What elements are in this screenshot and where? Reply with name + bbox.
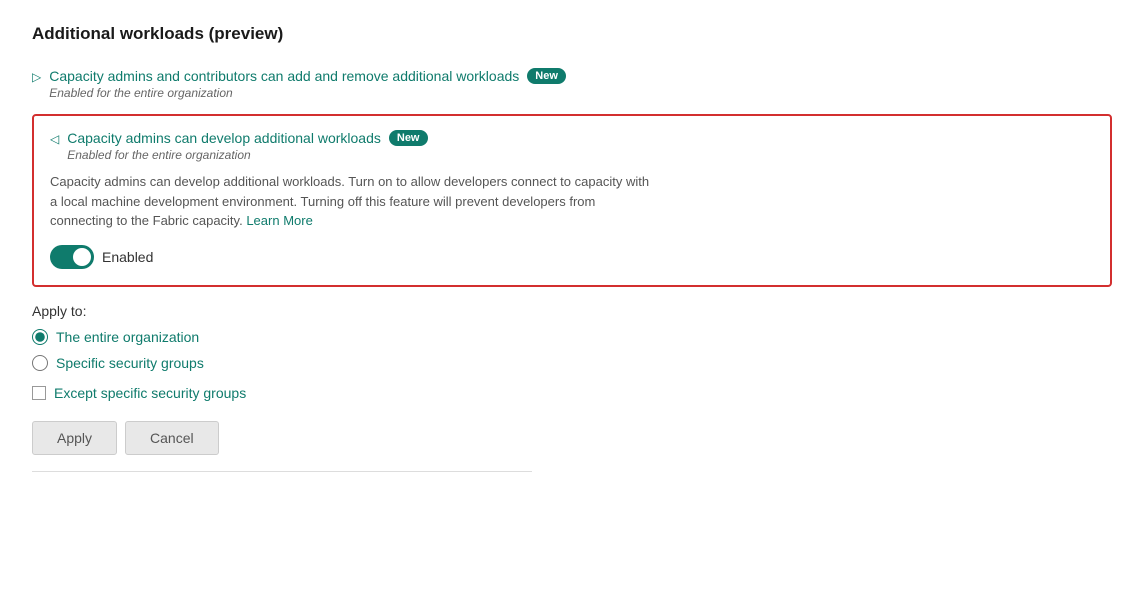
expand-arrow-2-icon: ◁ xyxy=(50,132,59,146)
button-row: Apply Cancel xyxy=(32,421,1112,455)
workload-1-info: Capacity admins and contributors can add… xyxy=(49,68,566,100)
radio-specific-groups-input[interactable] xyxy=(32,355,48,371)
workload-2-title: Capacity admins can develop additional w… xyxy=(67,130,381,146)
expand-arrow-icon: ▷ xyxy=(32,70,41,84)
learn-more-link[interactable]: Learn More xyxy=(246,213,312,228)
workload-1-title: Capacity admins and contributors can add… xyxy=(49,68,519,84)
workload-2-info: Capacity admins can develop additional w… xyxy=(67,130,427,162)
apply-to-section: Apply to: The entire organization Specif… xyxy=(32,303,1112,455)
workload-2-new-badge: New xyxy=(389,130,428,146)
workload-item-2[interactable]: ◁ Capacity admins can develop additional… xyxy=(50,130,1094,162)
workload-1-subtitle: Enabled for the entire organization xyxy=(49,86,566,100)
workload-2-description: Capacity admins can develop additional w… xyxy=(50,172,650,231)
except-groups-label: Except specific security groups xyxy=(54,385,246,401)
toggle-label: Enabled xyxy=(102,249,153,265)
workload-2-expanded-panel: ◁ Capacity admins can develop additional… xyxy=(32,114,1112,287)
workload-1-title-row: Capacity admins and contributors can add… xyxy=(49,68,566,84)
radio-specific-groups-label: Specific security groups xyxy=(56,355,204,371)
workload-1-new-badge: New xyxy=(527,68,566,84)
page-title: Additional workloads (preview) xyxy=(32,24,1112,44)
except-groups-checkbox-input[interactable] xyxy=(32,386,46,400)
divider xyxy=(32,471,532,472)
radio-group: The entire organization Specific securit… xyxy=(32,329,1112,371)
workload-2-subtitle: Enabled for the entire organization xyxy=(67,148,427,162)
description-text-part1: Capacity admins can develop additional w… xyxy=(50,174,649,228)
workload-item-1[interactable]: ▷ Capacity admins and contributors can a… xyxy=(32,62,1112,106)
radio-entire-org-label: The entire organization xyxy=(56,329,199,345)
radio-entire-org[interactable]: The entire organization xyxy=(32,329,1112,345)
toggle-track xyxy=(50,245,94,269)
enabled-toggle[interactable] xyxy=(50,245,94,269)
apply-to-title: Apply to: xyxy=(32,303,1112,319)
radio-specific-groups[interactable]: Specific security groups xyxy=(32,355,1112,371)
radio-entire-org-input[interactable] xyxy=(32,329,48,345)
checkbox-except-groups[interactable]: Except specific security groups xyxy=(32,385,1112,401)
cancel-button[interactable]: Cancel xyxy=(125,421,219,455)
toggle-container[interactable]: Enabled xyxy=(50,245,1094,269)
workload-2-title-row: Capacity admins can develop additional w… xyxy=(67,130,427,146)
apply-button[interactable]: Apply xyxy=(32,421,117,455)
toggle-thumb xyxy=(73,248,91,266)
